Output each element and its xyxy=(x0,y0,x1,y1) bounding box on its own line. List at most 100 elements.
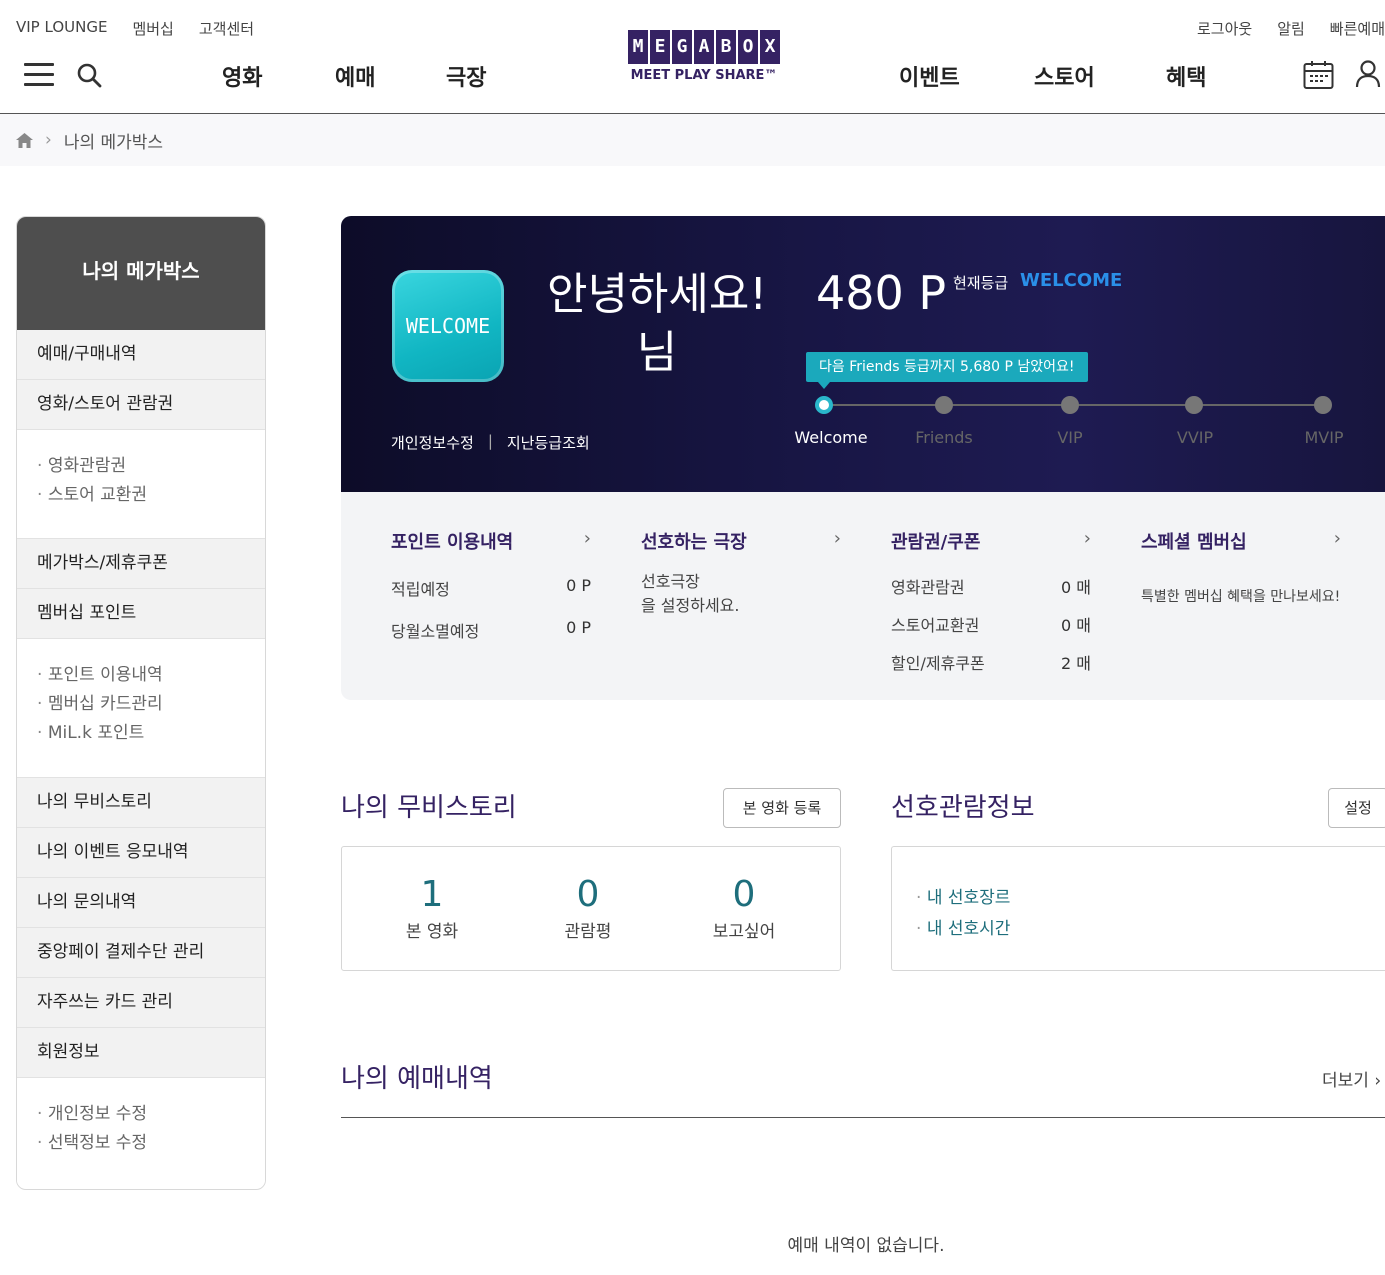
favorite-genre-link[interactable]: 내 선호장르 xyxy=(916,883,1385,914)
summary-title: 관람권/쿠폰 xyxy=(891,532,981,553)
summary-points: 포인트 이용내역 › 적립예정 0 P 당월소멸예정 0 P xyxy=(391,528,591,642)
chevron-right-icon: › xyxy=(1083,528,1091,549)
sidebar-item-points[interactable]: 멤버십 포인트 xyxy=(17,589,265,639)
reservations-empty-message: 예매 내역이 없습니다. xyxy=(787,1236,945,1256)
sidebar-subitem[interactable]: 개인정보 수정 xyxy=(37,1100,265,1129)
nav-booking[interactable]: 예매 xyxy=(335,60,375,92)
customer-center-link[interactable]: 고객센터 xyxy=(199,18,254,39)
sidebar-subitem[interactable]: 멤버십 카드관리 xyxy=(37,690,265,719)
sidebar-sub-points: 포인트 이용내역 멤버십 카드관리 MiL.k 포인트 xyxy=(17,639,265,778)
logo-letter: O xyxy=(738,30,758,64)
point-history-link[interactable]: 포인트 이용내역 › xyxy=(391,528,591,554)
sidebar-sub-tickets: 영화관람권 스토어 교환권 xyxy=(17,430,265,539)
logout-link[interactable]: 로그아웃 xyxy=(1197,18,1252,39)
greeting-text: 안녕하세요! xyxy=(546,269,768,320)
register-movie-button[interactable]: 본 영화 등록 xyxy=(723,788,841,828)
favorite-time-link[interactable]: 내 선호시간 xyxy=(916,914,1385,945)
summary-title: 스페셜 멤버십 xyxy=(1141,532,1247,553)
summary-row: 적립예정 0 P xyxy=(391,576,591,600)
nav-movie[interactable]: 영화 xyxy=(222,60,262,92)
summary-title: 포인트 이용내역 xyxy=(391,532,514,553)
sidebar: 나의 메가박스 예매/구매내역 영화/스토어 관람권 영화관람권 스토어 교환권… xyxy=(16,216,266,1190)
row-label: 적립예정 xyxy=(391,580,450,599)
divider xyxy=(341,1117,1385,1118)
logo-letter: E xyxy=(650,30,670,64)
sidebar-item-card[interactable]: 자주쓰는 카드 관리 xyxy=(17,978,265,1028)
stat-label: 본 영화 xyxy=(405,922,459,942)
wishlist-stat[interactable]: 0 보고싶어 xyxy=(684,875,804,943)
grade-dot-friends xyxy=(935,396,953,414)
sidebar-item-member[interactable]: 회원정보 xyxy=(17,1028,265,1078)
grade-dot-vvip xyxy=(1185,396,1203,414)
grade-history-link[interactable]: 지난등급조회 xyxy=(507,432,590,453)
chevron-right-icon: › xyxy=(45,130,52,150)
edit-profile-link[interactable]: 개인정보수정 xyxy=(391,432,474,453)
chevron-right-icon: › xyxy=(833,528,841,549)
sidebar-item-booking[interactable]: 예매/구매내역 xyxy=(17,330,265,380)
preference-settings-button[interactable]: 설정 xyxy=(1328,788,1385,828)
link-divider: | xyxy=(487,432,493,450)
favorite-theater-message: 선호극장 을 설정하세요. xyxy=(641,570,841,618)
stat-label: 보고싶어 xyxy=(712,922,776,942)
search-icon[interactable] xyxy=(76,62,102,88)
membership-card-top: WELCOME 안녕하세요! 님 개인정보수정 | 지난등급조회 480 P 현… xyxy=(341,216,1385,492)
reservations-more-link[interactable]: 더보기 › xyxy=(1322,1066,1381,1091)
special-membership-text: 특별한 멤버십 혜택을 만나보세요! xyxy=(1141,589,1341,605)
calendar-icon[interactable] xyxy=(1303,60,1334,90)
greeting: 안녕하세요! 님 xyxy=(527,266,787,382)
sidebar-subitem[interactable]: 포인트 이용내역 xyxy=(37,661,265,690)
row-value: 0 매 xyxy=(1061,616,1091,635)
reviews-stat[interactable]: 0 관람평 xyxy=(528,875,648,943)
sidebar-item-coupon[interactable]: 메가박스/제휴쿠폰 xyxy=(17,539,265,589)
row-label: 스토어교환권 xyxy=(891,616,980,635)
favorite-theater-link[interactable]: 선호하는 극장 › xyxy=(641,528,841,554)
point-balance: 480 P xyxy=(816,266,947,320)
sidebar-item-moviestory[interactable]: 나의 무비스토리 xyxy=(17,778,265,828)
logo-letter: B xyxy=(716,30,736,64)
coupon-link[interactable]: 관람권/쿠폰 › xyxy=(891,528,1091,554)
sidebar-subitem[interactable]: MiL.k 포인트 xyxy=(37,719,265,748)
row-value: 0 매 xyxy=(1061,578,1091,597)
chevron-right-icon: › xyxy=(583,528,591,549)
nav-benefit[interactable]: 혜택 xyxy=(1166,60,1206,92)
special-membership-link[interactable]: 스페셜 멤버십 › xyxy=(1141,528,1341,554)
current-grade-value: WELCOME xyxy=(1020,270,1123,291)
sidebar-item-inquiry[interactable]: 나의 문의내역 xyxy=(17,878,265,928)
home-icon[interactable] xyxy=(16,132,33,148)
row-label: 당월소멸예정 xyxy=(391,622,480,641)
next-grade-tooltip: 다음 Friends 등급까지 5,680 P 남았어요! xyxy=(806,352,1088,389)
sidebar-item-pay[interactable]: 중앙페이 결제수단 관리 xyxy=(17,928,265,978)
megabox-logo[interactable]: M E G A B O X MEET PLAY SHARE™ xyxy=(616,30,792,83)
notification-link[interactable]: 알림 xyxy=(1277,18,1305,39)
chevron-right-icon: › xyxy=(1333,528,1341,549)
watched-movies-stat[interactable]: 1 본 영화 xyxy=(372,874,492,943)
nav-store[interactable]: 스토어 xyxy=(1034,60,1095,92)
grade-badge: WELCOME xyxy=(392,270,504,382)
sidebar-subitem[interactable]: 스토어 교환권 xyxy=(37,481,265,510)
breadcrumb-current[interactable]: 나의 메가박스 xyxy=(64,128,163,153)
menu-icon[interactable] xyxy=(24,63,54,87)
sidebar-subitem[interactable]: 영화관람권 xyxy=(37,452,265,481)
message-line: 선호극장 xyxy=(641,572,700,591)
user-icon[interactable] xyxy=(1355,60,1381,88)
sidebar-title[interactable]: 나의 메가박스 xyxy=(17,217,265,330)
movie-story-box: 1 본 영화 0 관람평 0 보고싶어 xyxy=(341,846,841,971)
sidebar-subitem[interactable]: 선택정보 수정 xyxy=(37,1129,265,1158)
nav-theater[interactable]: 극장 xyxy=(446,60,486,92)
stat-label: 관람평 xyxy=(564,922,612,942)
quick-booking-link[interactable]: 빠른예매 xyxy=(1330,18,1385,39)
vip-lounge-link[interactable]: VIP LOUNGE xyxy=(16,18,107,39)
row-value: 2 매 xyxy=(1061,654,1091,673)
summary-row: 당월소멸예정 0 P xyxy=(391,618,591,642)
nav-event[interactable]: 이벤트 xyxy=(899,60,960,92)
logo-letter: X xyxy=(760,30,780,64)
grade-label-mvip: MVIP xyxy=(1304,428,1344,447)
logo-letter: A xyxy=(694,30,714,64)
grade-label-friends: Friends xyxy=(915,428,973,447)
current-grade-label: 현재등급 xyxy=(953,274,1009,292)
stat-value: 1 xyxy=(420,874,444,915)
summary-title: 선호하는 극장 xyxy=(641,532,747,553)
sidebar-item-event[interactable]: 나의 이벤트 응모내역 xyxy=(17,828,265,878)
membership-link[interactable]: 멤버십 xyxy=(132,18,173,39)
sidebar-item-tickets[interactable]: 영화/스토어 관람권 xyxy=(17,380,265,430)
